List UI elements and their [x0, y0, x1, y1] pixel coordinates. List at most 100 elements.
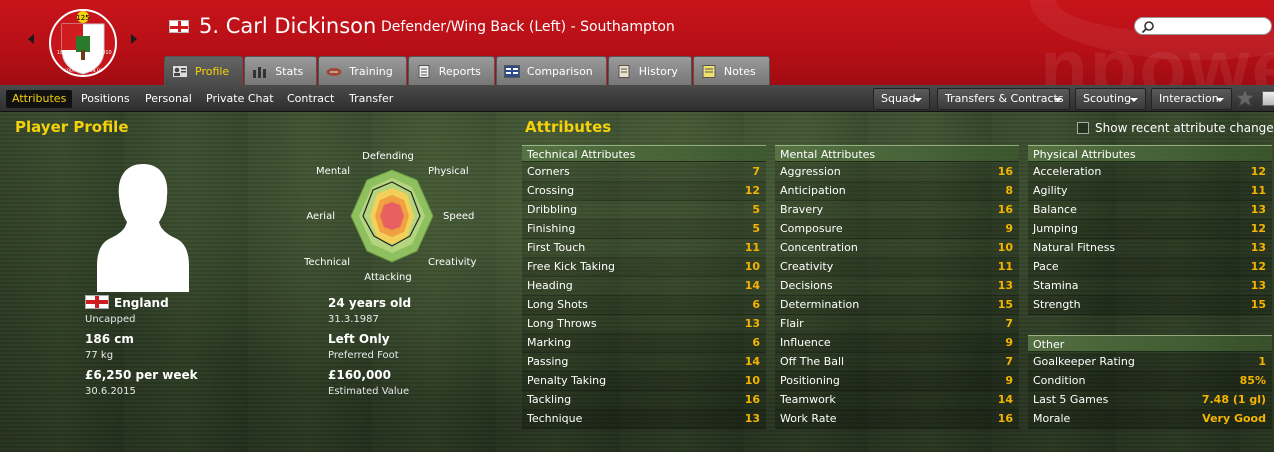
attribute-row[interactable]: Goalkeeper Rating 1 — [1028, 353, 1272, 372]
attribute-row[interactable]: Passing 14 — [522, 353, 766, 372]
tab-profile[interactable]: Profile — [164, 56, 244, 85]
attribute-row[interactable]: Influence 9 — [775, 334, 1019, 353]
attribute-value: 13 — [744, 317, 760, 330]
interaction-dropdown[interactable]: Interaction — [1151, 88, 1232, 110]
attribute-name: Influence — [780, 336, 831, 349]
attribute-row[interactable]: First Touch 11 — [522, 239, 766, 258]
attribute-value: 13 — [1250, 203, 1266, 216]
attribute-row[interactable]: Tackling 16 — [522, 391, 766, 410]
attribute-row[interactable]: Penalty Taking 10 — [522, 372, 766, 391]
subnav-positions[interactable]: Positions — [75, 90, 136, 108]
club-crest-icon[interactable]: 125 1885 2010 SOUTHAMPTON FC — [48, 6, 118, 80]
attribute-row[interactable]: Corners 7 — [522, 163, 766, 182]
attribute-row[interactable]: Work Rate 16 — [775, 410, 1019, 429]
attribute-value: 7.48 (1 gl) — [1201, 393, 1266, 406]
attribute-row[interactable]: Agility 11 — [1028, 182, 1272, 201]
show-recent-changes-label: Show recent attribute changes — [1095, 121, 1274, 135]
attribute-row[interactable]: Morale Very Good — [1028, 410, 1272, 429]
attribute-name: Stamina — [1033, 279, 1079, 292]
attribute-value: 5 — [752, 222, 760, 235]
tab-history[interactable]: History — [607, 56, 692, 85]
search-input[interactable] — [1134, 17, 1272, 35]
attribute-row[interactable]: Heading 14 — [522, 277, 766, 296]
clipboard-icon[interactable] — [1262, 91, 1274, 106]
attribute-value: Very Good — [1202, 412, 1266, 425]
attribute-name: Strength — [1033, 298, 1081, 311]
subnav-attributes[interactable]: Attributes — [6, 90, 73, 108]
transfers-contracts-dropdown[interactable]: Transfers & Contracts — [937, 88, 1070, 110]
next-player-arrow-icon[interactable] — [131, 34, 137, 44]
date-of-birth: 31.3.1987 — [328, 314, 379, 325]
tab-stats[interactable]: Stats — [244, 56, 318, 85]
player-position-club[interactable]: Defender/Wing Back (Left) - Southampton — [381, 19, 675, 35]
history-icon — [618, 64, 630, 78]
attribute-name: Penalty Taking — [527, 374, 607, 387]
attribute-row[interactable]: Strength 15 — [1028, 296, 1272, 315]
attribute-row[interactable]: Pace 12 — [1028, 258, 1272, 277]
preferred-foot: Left Only — [328, 332, 390, 346]
attribute-value: 13 — [1250, 279, 1266, 292]
player-silhouette — [97, 164, 189, 292]
attribute-name: Morale — [1033, 412, 1071, 425]
attribute-row[interactable]: Off The Ball 7 — [775, 353, 1019, 372]
previous-player-arrow-icon[interactable] — [28, 34, 34, 44]
attribute-row[interactable]: Bravery 16 — [775, 201, 1019, 220]
attribute-row[interactable]: Stamina 13 — [1028, 277, 1272, 296]
squad-dropdown[interactable]: Squad — [873, 88, 930, 110]
attribute-row[interactable]: Determination 15 — [775, 296, 1019, 315]
attribute-row[interactable]: Long Throws 13 — [522, 315, 766, 334]
subnav-personal[interactable]: Personal — [139, 90, 198, 108]
attribute-row[interactable]: Natural Fitness 13 — [1028, 239, 1272, 258]
subnav-private-chat[interactable]: Private Chat — [200, 90, 280, 108]
tab-reports[interactable]: Reports — [407, 56, 495, 85]
tab-training[interactable]: Training — [318, 56, 407, 85]
attribute-name: Creativity — [780, 260, 834, 273]
attribute-row[interactable]: Teamwork 14 — [775, 391, 1019, 410]
subnav-transfer[interactable]: Transfer — [343, 90, 399, 108]
attribute-name: Heading — [527, 279, 573, 292]
preferred-foot-label: Preferred Foot — [328, 350, 399, 361]
nationality[interactable]: England — [114, 296, 169, 310]
attribute-row[interactable]: Concentration 10 — [775, 239, 1019, 258]
attribute-value: 7 — [1005, 317, 1013, 330]
attribute-row[interactable]: Condition 85% — [1028, 372, 1272, 391]
attribute-row[interactable]: Crossing 12 — [522, 182, 766, 201]
attribute-row[interactable]: Aggression 16 — [775, 163, 1019, 182]
radar-label-physical: Physical — [428, 166, 469, 177]
attribute-value: 11 — [1250, 184, 1266, 197]
show-recent-changes-toggle[interactable]: Show recent attribute changes — [1077, 121, 1274, 135]
attribute-row[interactable]: Composure 9 — [775, 220, 1019, 239]
contract-expiry: 30.6.2015 — [85, 386, 136, 397]
attribute-row[interactable]: Balance 13 — [1028, 201, 1272, 220]
tab-notes[interactable]: Notes — [692, 56, 770, 85]
height: 186 cm — [85, 332, 134, 346]
show-recent-changes-checkbox[interactable] — [1077, 122, 1089, 134]
attribute-row[interactable]: Jumping 12 — [1028, 220, 1272, 239]
attribute-row[interactable]: Dribbling 5 — [522, 201, 766, 220]
attribute-row[interactable]: Acceleration 12 — [1028, 163, 1272, 182]
attribute-row[interactable]: Flair 7 — [775, 315, 1019, 334]
attribute-name: Corners — [527, 165, 570, 178]
attribute-row[interactable]: Technique 13 — [522, 410, 766, 429]
attribute-name: Condition — [1033, 374, 1086, 387]
shortlist-star-icon[interactable] — [1235, 88, 1255, 108]
attribute-row[interactable]: Marking 6 — [522, 334, 766, 353]
attribute-row[interactable]: Positioning 9 — [775, 372, 1019, 391]
attribute-row[interactable]: Free Kick Taking 10 — [522, 258, 766, 277]
attribute-row[interactable]: Long Shots 6 — [522, 296, 766, 315]
tab-comparison[interactable]: Comparison — [495, 56, 607, 85]
attribute-row[interactable]: Last 5 Games 7.48 (1 gl) — [1028, 391, 1272, 410]
scouting-dropdown-label: Scouting — [1083, 92, 1132, 105]
mental-attributes-rows: Aggression 16 Anticipation 8 Bravery 16 Compos… — [775, 163, 1019, 429]
attribute-row[interactable]: Creativity 11 — [775, 258, 1019, 277]
attribute-row[interactable]: Decisions 13 — [775, 277, 1019, 296]
age: 24 years old — [328, 296, 412, 310]
attribute-value: 7 — [752, 165, 760, 178]
subnav-contract[interactable]: Contract — [281, 90, 340, 108]
attribute-name: Composure — [780, 222, 843, 235]
attribute-row[interactable]: Anticipation 8 — [775, 182, 1019, 201]
attribute-row[interactable]: Finishing 5 — [522, 220, 766, 239]
scouting-dropdown[interactable]: Scouting — [1075, 88, 1146, 110]
attribute-value: 9 — [1005, 222, 1013, 235]
attribute-value: 7 — [1005, 355, 1013, 368]
